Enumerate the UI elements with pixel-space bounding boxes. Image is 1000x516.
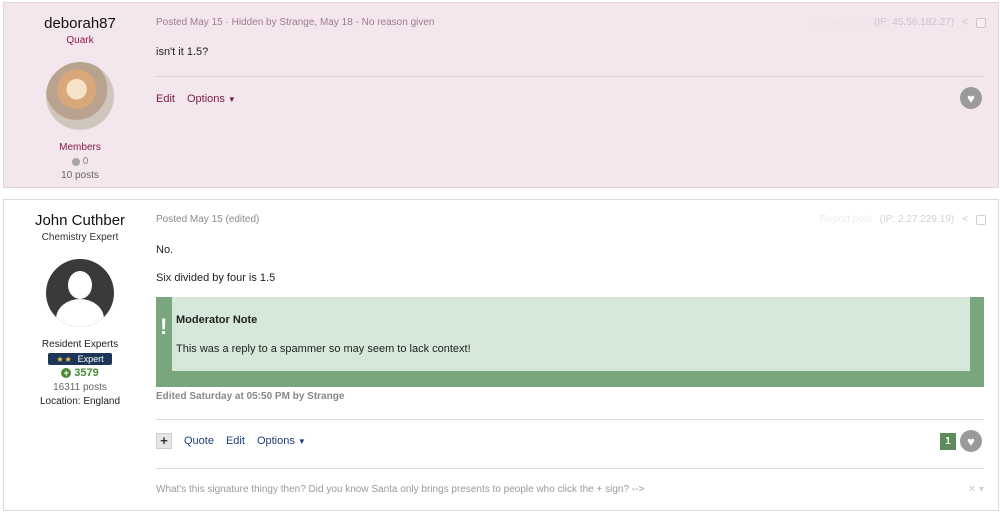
author-name[interactable]: John Cuthber <box>4 212 156 229</box>
avatar[interactable] <box>46 259 114 327</box>
post-meta-row: Posted May 15 · Hidden by Strange, May 1… <box>156 17 998 31</box>
moderator-note-box: Moderator Note This was a reply to a spa… <box>172 297 970 371</box>
author-column: deborah87 Quark Members 0 10 posts <box>4 3 156 181</box>
quote-link[interactable]: Quote <box>184 435 214 447</box>
signature-close-icon[interactable]: ✕ ▾ <box>968 484 984 495</box>
divider <box>156 419 984 420</box>
divider <box>156 76 984 77</box>
options-label: Options <box>186 93 225 105</box>
hidden-post: deborah87 Quark Members 0 10 posts Poste… <box>3 2 999 188</box>
moderator-note: ! Moderator Note This was a reply to a s… <box>156 297 984 387</box>
like-count[interactable]: 1 <box>940 432 956 450</box>
options-label: Options <box>256 435 295 447</box>
expert-badge: ★★ Expert <box>48 353 112 365</box>
caret-down-icon: ▼ <box>227 95 236 104</box>
options-menu[interactable]: Options ▼ <box>257 435 306 447</box>
badge-label: Expert <box>77 354 104 364</box>
heart-icon: ♥ <box>967 433 975 449</box>
like-button[interactable]: ♥ <box>960 430 982 452</box>
exclamation-icon: ! <box>160 314 168 339</box>
post-meta: Posted May 15 (edited) <box>156 214 260 225</box>
post-body-line: No. <box>156 244 174 256</box>
reputation-value: 3579 <box>74 367 99 379</box>
default-avatar-body <box>56 299 104 327</box>
select-post-checkbox[interactable] <box>976 17 986 28</box>
post-meta: Posted May 15 · Hidden by Strange, May 1… <box>156 17 435 28</box>
heart-icon: ♥ <box>967 90 975 106</box>
reputation-value: 0 <box>82 156 89 167</box>
author-name[interactable]: deborah87 <box>4 15 156 32</box>
edited-info: Edited Saturday at 05:50 PM by Strange <box>156 391 345 402</box>
author-title: Chemistry Expert <box>41 232 119 243</box>
post-controls: Edit Options ▼ <box>156 93 236 105</box>
post-count: 16311 posts <box>53 382 107 393</box>
options-menu[interactable]: Options ▼ <box>187 93 236 105</box>
avatar[interactable] <box>46 62 114 130</box>
ip-address: (IP: 2.27.229.19) <box>879 214 955 225</box>
report-post-link[interactable]: Report post <box>820 214 872 225</box>
reaction-area: 1 ♥ <box>940 430 982 452</box>
reputation-plus-icon: + <box>61 368 72 378</box>
author-title: Quark <box>66 35 94 46</box>
post-body: isn't it 1.5? <box>156 46 209 58</box>
reputation-badge: 0 <box>4 156 156 167</box>
post-meta-row: Posted May 15 (edited) Report post (IP: … <box>156 214 998 228</box>
reaction-area: ♥ <box>960 87 982 109</box>
caret-down-icon: ▼ <box>297 437 306 446</box>
edit-link[interactable]: Edit <box>156 93 175 105</box>
share-icon[interactable]: < <box>962 17 968 28</box>
moderator-note-title: Moderator Note <box>176 314 258 326</box>
edit-link[interactable]: Edit <box>226 435 245 447</box>
divider <box>156 468 984 469</box>
signature: What's this signature thingy then? Did y… <box>156 484 645 495</box>
multiquote-plus-button[interactable]: + <box>156 433 172 449</box>
default-avatar-head <box>68 271 92 299</box>
stars-icon: ★★ <box>56 354 73 364</box>
moderator-note-text: This was a reply to a spammer so may see… <box>176 343 471 355</box>
post: John Cuthber Chemistry Expert Resident E… <box>3 199 999 511</box>
location: Location: England <box>39 396 121 407</box>
member-group: Members <box>59 142 101 153</box>
share-icon[interactable]: < <box>962 214 968 225</box>
member-group: Resident Experts <box>41 339 119 350</box>
reputation-badge: + 3579 <box>4 367 156 379</box>
post-meta-actions: Report post (IP: 2.27.229.19) < <box>820 214 986 225</box>
ip-address: (IP: 45.56.182.27) <box>874 17 955 28</box>
post-count: 10 posts <box>61 170 99 181</box>
select-post-checkbox[interactable] <box>976 214 986 225</box>
reputation-neutral-icon <box>71 157 80 166</box>
post-controls: + Quote Edit Options ▼ <box>156 433 306 449</box>
like-button[interactable]: ♥ <box>960 87 982 109</box>
report-post-link[interactable]: Report post <box>814 17 866 28</box>
author-column: John Cuthber Chemistry Expert Resident E… <box>4 200 156 407</box>
post-body-line: Six divided by four is 1.5 <box>156 272 276 284</box>
post-meta-actions: Report post (IP: 45.56.182.27) < <box>814 17 986 28</box>
